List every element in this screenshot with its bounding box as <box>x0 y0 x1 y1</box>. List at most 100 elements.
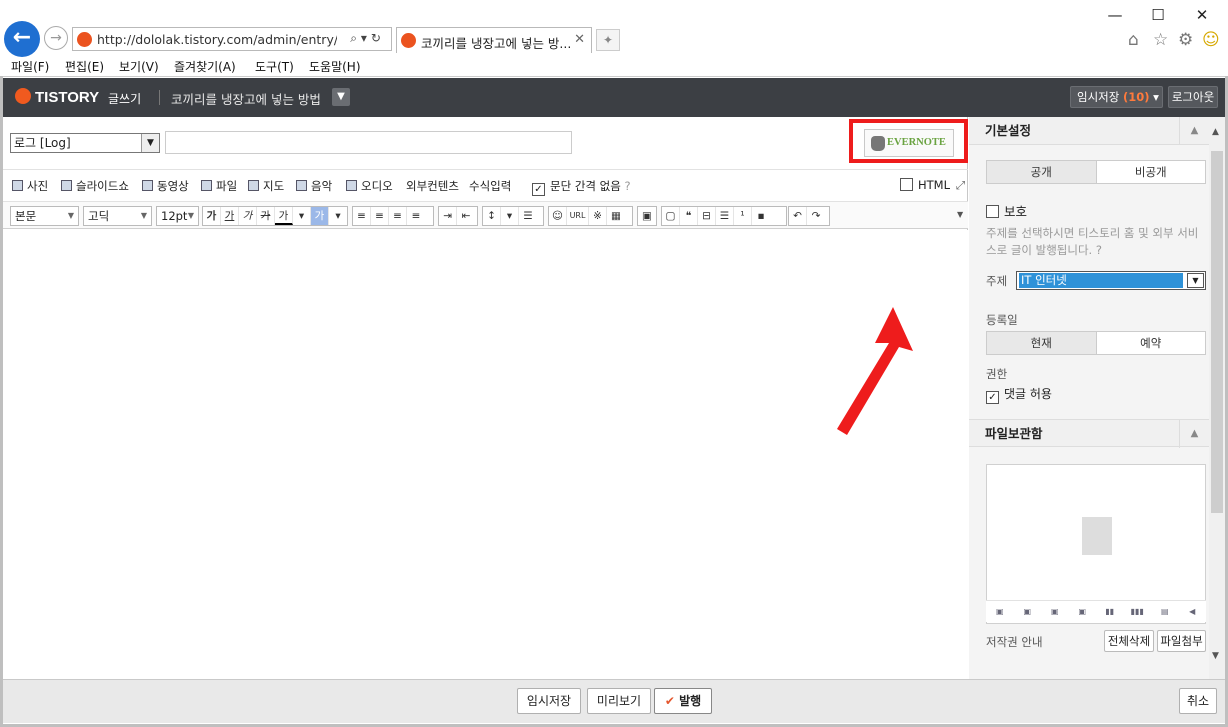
layout-left-icon[interactable]: ▣ <box>986 601 1014 622</box>
size-select[interactable]: 12pt ▼ <box>156 206 199 226</box>
date-now-option[interactable]: 현재 <box>987 332 1097 354</box>
emoticon-icon[interactable]: ☺ <box>549 207 567 225</box>
public-option[interactable]: 공개 <box>987 161 1097 183</box>
collapse-icon[interactable]: ▲ <box>1179 420 1209 448</box>
help-icon[interactable]: ? <box>624 179 630 193</box>
expand-icon[interactable]: ⤢ <box>956 178 965 193</box>
font-select[interactable]: 고딕 ▼ <box>83 206 152 226</box>
layout-full-icon[interactable]: ▣ <box>1069 601 1097 622</box>
slideshow-icon[interactable]: ▤ <box>1151 601 1179 622</box>
attach-file-button[interactable]: 파일첨부 <box>1157 630 1206 652</box>
italic-button[interactable]: 가 <box>239 207 257 225</box>
scroll-thumb[interactable] <box>1211 151 1223 513</box>
footnote-icon[interactable]: ¹ <box>734 207 752 225</box>
insert-music-button[interactable]: 음악 <box>296 178 332 194</box>
outdent-icon[interactable]: ⇤ <box>457 207 475 225</box>
special-char-icon[interactable]: ※ <box>589 207 607 225</box>
browser-tab[interactable]: 코끼리를 냉장고에 넣는 방... ✕ <box>396 27 592 53</box>
close-tab-icon[interactable]: ✕ <box>574 32 585 47</box>
checkbox-checked-icon[interactable]: ✓ <box>532 183 545 196</box>
save-icon[interactable]: ▪ <box>752 207 770 225</box>
more-icon[interactable]: ⊟ <box>698 207 716 225</box>
undo-icon[interactable]: ↶ <box>789 207 807 225</box>
help-icon[interactable]: ? <box>1096 243 1102 257</box>
allow-comments-option[interactable]: ✓ 댓글 허용 <box>986 385 1052 404</box>
menu-favorites[interactable]: 즐겨찾기(A) <box>174 58 236 75</box>
layout-two-icon[interactable]: ▮▮ <box>1096 601 1124 622</box>
address-bar[interactable]: http://dololak.tistory.com/admin/entry/p… <box>72 27 392 51</box>
chevron-down-icon[interactable]: ▼ <box>1187 273 1204 288</box>
insert-file-button[interactable]: 파일 <box>201 178 237 194</box>
layout-icon[interactable]: ▣ <box>638 207 656 225</box>
checkbox-checked-icon[interactable]: ✓ <box>986 391 999 404</box>
home-icon[interactable]: ⌂ <box>1128 30 1139 50</box>
new-tab-button[interactable]: ✦ <box>596 29 620 51</box>
menu-edit[interactable]: 편집(E) <box>65 58 104 75</box>
back-button[interactable]: ← <box>4 21 40 57</box>
minimize-button[interactable]: — <box>1095 2 1135 28</box>
line-height-icon[interactable]: ↕ <box>483 207 501 225</box>
align-left-icon[interactable]: ≡ <box>353 207 371 225</box>
align-center-icon[interactable]: ≡ <box>371 207 389 225</box>
insert-map-button[interactable]: 지도 <box>248 178 284 194</box>
chevron-down-icon[interactable]: ▼ <box>332 88 350 106</box>
tistory-logo[interactable]: TISTORY <box>15 88 99 106</box>
html-mode-toggle[interactable]: HTML <box>900 178 950 192</box>
underline-button[interactable]: 가 <box>221 207 239 225</box>
align-right-icon[interactable]: ≡ <box>389 207 407 225</box>
font-color-button[interactable]: 가 <box>275 207 293 225</box>
forward-button[interactable]: → <box>44 26 68 50</box>
style-select[interactable]: 본문 ▼ <box>10 206 79 226</box>
list-icon[interactable]: ☰ <box>519 207 537 225</box>
basic-settings-heading[interactable]: 기본설정 ▲ <box>969 117 1209 145</box>
close-window-button[interactable]: ✕ <box>1182 2 1222 28</box>
category-select[interactable]: 로그 [Log] ▼ <box>10 133 160 153</box>
maximize-button[interactable]: ☐ <box>1138 2 1178 28</box>
insert-video-button[interactable]: 동영상 <box>142 178 189 194</box>
draft-dropdown[interactable]: 임시저장 (10) ▾ <box>1070 86 1163 108</box>
layout-right-icon[interactable]: ▣ <box>1041 601 1069 622</box>
favorites-star-icon[interactable]: ☆ <box>1153 30 1168 50</box>
topic-select[interactable]: IT 인터넷 ▼ <box>1016 271 1206 290</box>
delete-all-button[interactable]: 전체삭제 <box>1104 630 1154 652</box>
url-text[interactable]: http://dololak.tistory.com/admin/entry/p… <box>97 32 337 47</box>
insert-photo-button[interactable]: 사진 <box>12 178 48 194</box>
redo-icon[interactable]: ↷ <box>807 207 825 225</box>
publish-button[interactable]: ✔ 발행 <box>654 688 712 714</box>
scroll-down-icon[interactable]: ▼ <box>1212 651 1219 661</box>
sidebar-scrollbar[interactable]: ▲ ▼ <box>1209 117 1225 679</box>
gear-icon[interactable]: ⚙ <box>1178 30 1193 50</box>
chevron-down-icon[interactable]: ▾ <box>293 207 311 225</box>
cancel-button[interactable]: 취소 <box>1179 688 1217 714</box>
menu-tools[interactable]: 도구(T) <box>255 58 294 75</box>
bold-button[interactable]: 가 <box>203 207 221 225</box>
editor-content-area[interactable] <box>3 230 968 679</box>
menu-file[interactable]: 파일(F) <box>11 58 49 75</box>
file-storage-heading[interactable]: 파일보관함 ▲ <box>969 419 1209 448</box>
smiley-icon[interactable]: ☺ <box>1202 30 1220 50</box>
formula-button[interactable]: 수식입력 <box>469 178 511 194</box>
menu-view[interactable]: 보기(V) <box>119 58 159 75</box>
url-button[interactable]: URL <box>567 207 589 225</box>
layout-three-icon[interactable]: ▮▮▮ <box>1124 601 1152 622</box>
date-reserve-option[interactable]: 예약 <box>1097 332 1206 354</box>
highlight-color-button[interactable]: 가 <box>311 207 329 225</box>
scroll-up-icon[interactable]: ▲ <box>1212 127 1219 137</box>
checkbox-icon[interactable] <box>900 178 913 191</box>
checkbox-icon[interactable] <box>986 205 999 218</box>
chevron-down-icon[interactable]: ▾ <box>329 207 347 225</box>
paragraph-spacing-option[interactable]: ✓ 문단 간격 없음 ? <box>532 178 631 196</box>
private-option[interactable]: 비공개 <box>1097 161 1206 183</box>
quote-icon[interactable]: ❝ <box>680 207 698 225</box>
indent-icon[interactable]: ⇥ <box>439 207 457 225</box>
preview-button[interactable]: 미리보기 <box>587 688 651 714</box>
chevron-down-icon[interactable]: ▼ <box>957 210 963 219</box>
box-icon[interactable]: ▢ <box>662 207 680 225</box>
chevron-down-icon[interactable]: ▾ <box>501 207 519 225</box>
strike-button[interactable]: 가 <box>257 207 275 225</box>
divider-icon[interactable]: ☰ <box>716 207 734 225</box>
title-input[interactable] <box>165 131 572 154</box>
collapse-icon[interactable]: ▲ <box>1179 117 1209 145</box>
menu-help[interactable]: 도움말(H) <box>309 58 361 75</box>
save-draft-button[interactable]: 임시저장 <box>517 688 581 714</box>
